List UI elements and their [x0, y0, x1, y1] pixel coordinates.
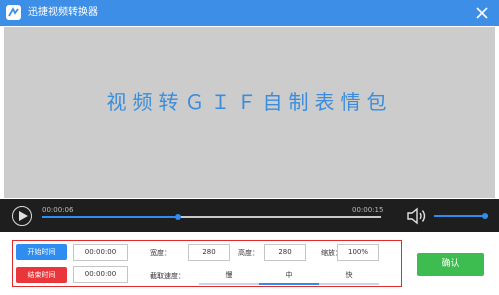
width-field[interactable]: 280 [188, 244, 230, 261]
close-icon[interactable] [473, 4, 491, 22]
volume-slider[interactable] [434, 213, 489, 219]
confirm-button[interactable]: 确认 [417, 253, 484, 276]
width-label: 宽度： [150, 249, 171, 257]
current-time: 00:00:06 [42, 206, 74, 214]
player-controls: 00:00:06 00:00:15 [0, 199, 499, 232]
total-time: 00:00:15 [352, 206, 384, 214]
speed-option-slow[interactable]: 慢 [199, 268, 259, 282]
speed-label: 截取速度： [150, 272, 185, 280]
app-logo-icon [6, 5, 21, 20]
speed-option-medium[interactable]: 中 [259, 268, 319, 282]
start-time-button[interactable]: 开始时间 [16, 244, 67, 260]
end-time-button[interactable]: 结束时间 [16, 267, 67, 283]
speed-option-fast[interactable]: 快 [319, 268, 379, 282]
title-bar: 迅捷视频转换器 [0, 0, 499, 26]
preview-overlay-text: 视频转ＧＩＦ自制表情包 [106, 90, 393, 114]
start-time-field[interactable]: 00:00:00 [73, 244, 128, 261]
speed-underline-medium [259, 283, 319, 285]
gif-settings-panel: 开始时间 结束时间 00:00:00 00:00:00 宽度： 280 高度： … [12, 240, 402, 287]
zoom-field[interactable]: 100% [337, 244, 379, 261]
play-button[interactable] [12, 206, 32, 226]
video-preview: 视频转ＧＩＦ自制表情包 [4, 27, 495, 198]
height-label: 高度： [238, 249, 259, 257]
speed-underline-fast [319, 283, 379, 285]
window-title: 迅捷视频转换器 [28, 7, 98, 18]
seek-progress [42, 216, 178, 218]
speed-underline-slow [199, 283, 259, 285]
height-field[interactable]: 280 [264, 244, 306, 261]
seek-handle[interactable] [174, 214, 181, 220]
volume-handle[interactable] [482, 213, 489, 219]
play-icon [19, 211, 28, 221]
speed-selector: 慢 中 快 [199, 268, 379, 285]
volume-icon[interactable] [406, 206, 428, 230]
end-time-field[interactable]: 00:00:00 [73, 266, 128, 283]
seek-bar[interactable] [42, 214, 381, 220]
